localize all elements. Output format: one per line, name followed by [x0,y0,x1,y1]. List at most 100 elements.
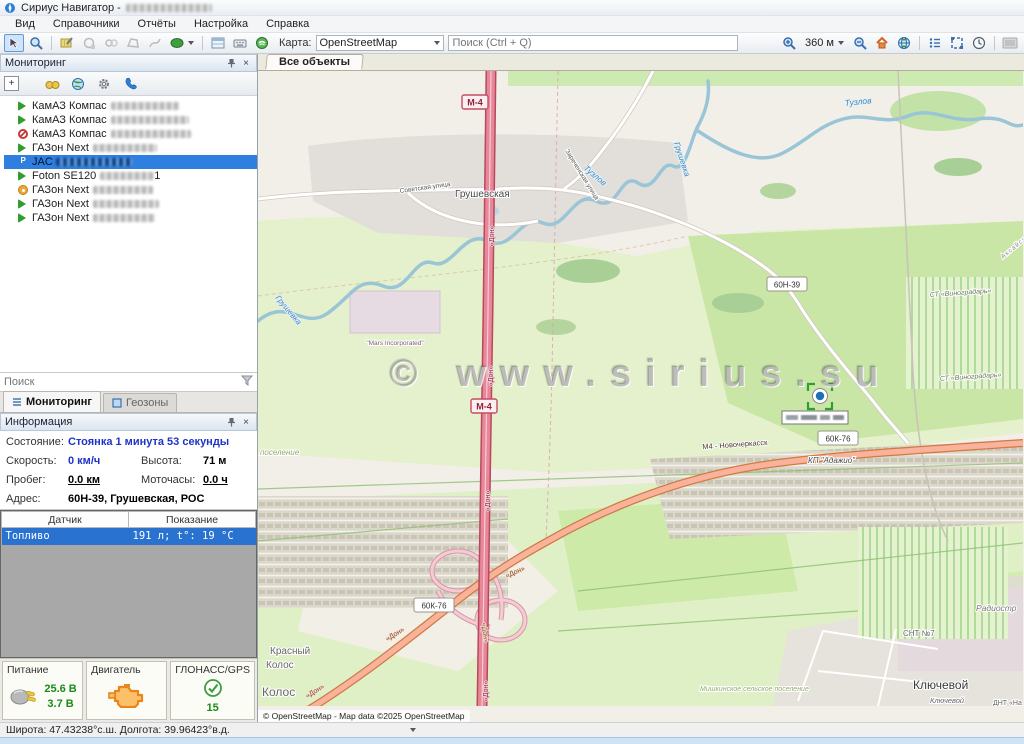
plate-redacted [111,102,179,110]
hours-label: Моточасы: [141,474,203,486]
vehicle-row[interactable]: ГАЗон Next [4,211,257,225]
map-canvas[interactable]: «Дон» «Дон» «Дон» «Дон» «Дон» «Дон» «Дон… [258,71,1024,722]
binoculars-icon[interactable] [42,75,62,93]
vehicle-row[interactable]: КамАЗ Компас [4,113,257,127]
speed-label: Скорость: [6,455,68,467]
vehicle-row-selected[interactable]: JAC [4,155,257,169]
vehicle-row[interactable]: Foton SE1201 [4,169,257,183]
search-input[interactable] [448,35,738,51]
map-tab-label: Все объекты [279,56,350,68]
traffic-icon[interactable] [252,34,272,52]
edit-map-icon[interactable] [57,34,77,52]
sensor-table: Датчик Показание Топливо 191 л; t°: 19 °… [1,511,256,545]
map-tab-all-objects[interactable]: Все объекты [265,54,364,70]
vehicle-filter-input[interactable] [4,376,241,388]
close-icon[interactable]: × [240,416,252,428]
window-frame-bottom [0,737,1024,744]
speed-value: 0 км/ч [68,455,141,467]
map-svg: «Дон» «Дон» «Дон» «Дон» «Дон» «Дон» «Дон… [258,71,1023,706]
vehicle-row[interactable]: ГАЗон Next [4,183,257,197]
zoom-in-icon[interactable] [779,34,799,52]
map-scale-dropdown[interactable]: 360 м [800,34,849,52]
svg-text:60К-76: 60К-76 [825,435,851,444]
toolbar-separator [202,36,203,50]
svg-text:М-4: М-4 [476,402,492,412]
engine-icon [108,682,146,711]
geozone-icon [112,398,122,408]
vehicle-name: JAC [32,156,53,168]
vehicle-row[interactable]: КамАЗ Компас [4,99,257,113]
status-moving-icon [18,115,28,125]
menu-help[interactable]: Справка [257,17,318,31]
gps-label: ГЛОНАСС/GPS [175,664,250,676]
statusbar-caret-icon[interactable] [410,728,416,732]
menu-settings[interactable]: Настройка [185,17,257,31]
tree-toolbar: + [0,72,257,96]
vehicle-tree: КамАЗ Компас КамАЗ Компас КамАЗ Компас Г… [0,96,257,372]
pin-icon[interactable] [225,416,237,428]
minimap-icon[interactable] [1000,34,1020,52]
map-scale-value: 360 м [805,37,834,49]
filter-funnel-icon[interactable] [241,375,253,390]
pin-icon[interactable] [225,57,237,69]
polygon-tool-icon[interactable] [123,34,143,52]
zoom-out-icon[interactable] [850,34,870,52]
address-label: Адрес: [6,493,68,505]
mileage-value[interactable]: 0.0 км [68,474,141,486]
expand-all-button[interactable]: + [4,76,19,91]
add-geozone-icon[interactable] [79,34,99,52]
svg-text:поселение: поселение [260,448,300,457]
tab-geozones[interactable]: Геозоны [103,393,177,412]
value-col-header: Показание [129,512,256,528]
pan-tool-icon[interactable] [4,34,24,52]
vehicle-name-suffix: 1 [154,170,160,182]
track-color-dropdown[interactable] [167,34,197,52]
svg-text:«Дон»: «Дон» [485,491,492,511]
settings-gear-icon[interactable] [94,75,114,93]
power-backup-value: 3.7 В [44,697,76,712]
vehicle-row[interactable]: ГАЗон Next [4,197,257,211]
table-view-icon[interactable] [208,34,228,52]
svg-text:60К-76: 60К-76 [421,602,447,611]
tab-monitoring[interactable]: Мониторинг [3,391,101,412]
globe-icon[interactable] [894,34,914,52]
gps-check-icon [203,678,223,701]
menu-reports[interactable]: Отчёты [129,17,185,31]
sidebar: Мониторинг × + [0,54,258,722]
path-tool-icon[interactable] [145,34,165,52]
engine-label: Двигатель [91,664,162,676]
svg-text:Ключевой: Ключевой [930,696,965,705]
history-clock-icon[interactable] [969,34,989,52]
zoom-to-object-icon[interactable] [26,34,46,52]
chevron-down-icon [838,41,844,45]
svg-text:«Дон»: «Дон» [488,366,495,386]
map-landuse [258,71,1023,706]
home-icon[interactable] [872,34,892,52]
vehicle-row[interactable]: КамАЗ Компас [4,127,257,141]
svg-text:КП "Адажио": КП "Адажио" [808,456,856,465]
mileage-label: Пробег: [6,474,68,486]
keyboard-icon[interactable] [230,34,250,52]
vehicle-row[interactable]: ГАЗон Next [4,141,257,155]
vehicle-name: КамАЗ Компас [32,128,107,140]
menu-directories[interactable]: Справочники [44,17,129,31]
menubar: Вид Справочники Отчёты Настройка Справка [0,16,1024,33]
hours-value[interactable]: 0.0 ч [203,474,251,486]
state-value: Стоянка 1 минута 53 секунды [68,436,251,448]
menu-view[interactable]: Вид [6,17,44,31]
sensor-panel: Датчик Показание Топливо 191 л; t°: 19 °… [0,510,257,658]
sensor-row-fuel[interactable]: Топливо 191 л; t°: 19 °C [2,528,256,545]
show-on-map-globe-icon[interactable] [68,75,88,93]
power-label: Питание [7,664,78,676]
svg-text:Ключевой: Ключевой [913,678,968,692]
legend-list-icon[interactable] [925,34,945,52]
link-geozone-icon[interactable] [101,34,121,52]
map-select[interactable]: OpenStreetMap [316,35,444,51]
phone-icon[interactable] [120,75,140,93]
close-icon[interactable]: × [240,57,252,69]
select-area-icon[interactable] [947,34,967,52]
statusbar: Широта: 47.43238°с.ш. Долгота: 39.96423°… [0,722,1024,737]
map-attribution: © OpenStreetMap - Map data ©2025 OpenStr… [258,710,470,722]
svg-text:«Дон»: «Дон» [483,681,490,701]
info-panel: Состояние: Стоянка 1 минута 53 секунды С… [0,431,257,510]
